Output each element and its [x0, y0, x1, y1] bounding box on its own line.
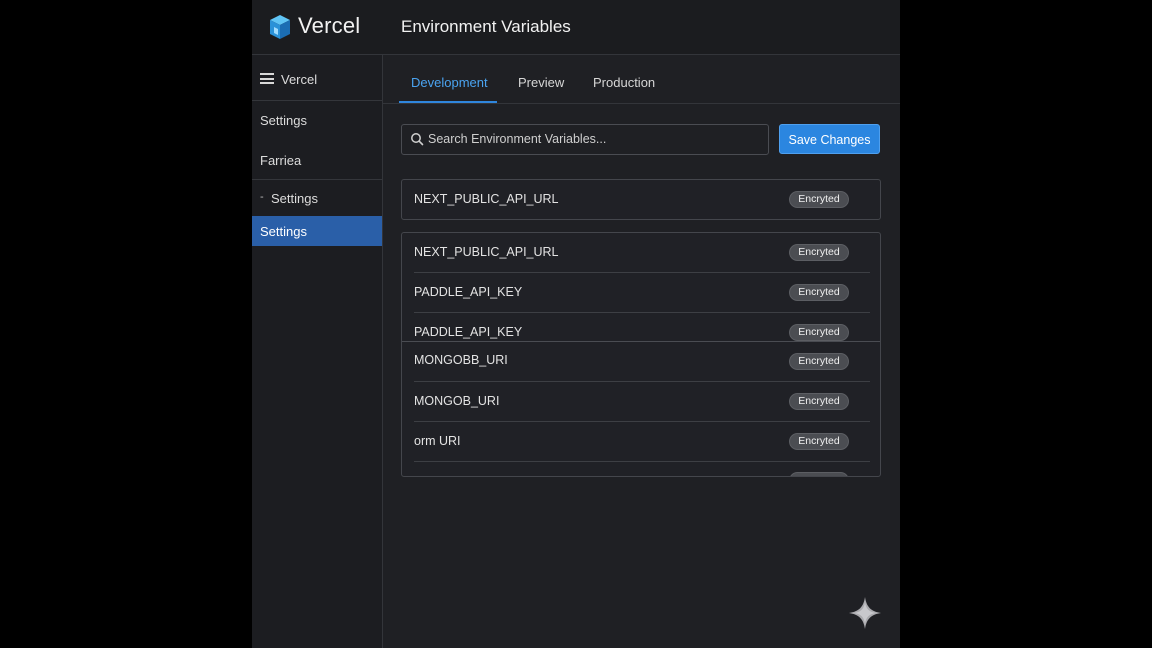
env-var-list-card: NEXT_PUBLIC_API_URL Encryted PADDLE_API_…	[401, 232, 881, 477]
dash-icon: -	[260, 191, 264, 203]
sidebar: Vercel Settings Farriea - Settings Setti…	[252, 55, 383, 648]
env-var-name: MONGOB_URI	[414, 394, 500, 408]
env-tabs: Development Preview Production	[383, 55, 900, 104]
main-panel: Development Preview Production Search En…	[383, 55, 900, 648]
sparkle-icon	[849, 597, 881, 629]
encrypted-badge: Encryted	[789, 393, 849, 410]
sidebar-item-settings-active[interactable]: Settings	[252, 216, 382, 246]
vercel-cube-icon	[270, 15, 290, 39]
tab-preview[interactable]: Preview	[518, 75, 564, 90]
encrypted-badge-partial	[789, 472, 849, 476]
sidebar-item-label: Farriea	[260, 153, 302, 168]
env-var-name: NEXT_PUBLIC_API_URL	[414, 245, 559, 259]
env-var-name: NEXT_PUBLIC_API_URL	[414, 192, 559, 206]
app-window: Vercel Environment Variables Vercel Sett…	[252, 0, 900, 648]
sidebar-item-settings[interactable]: Settings	[252, 107, 382, 135]
encrypted-badge: Encryted	[789, 244, 849, 261]
search-input[interactable]: Search Environment Variables...	[401, 124, 769, 155]
brand-name[interactable]: Vercel	[298, 13, 360, 39]
env-var-row[interactable]: MONGOB_URI Encryted	[402, 382, 880, 422]
sidebar-item-farriea[interactable]: Farriea	[252, 147, 382, 175]
hamburger-icon[interactable]	[260, 73, 274, 84]
sidebar-item-vercel[interactable]: Vercel	[252, 67, 382, 91]
tab-production[interactable]: Production	[593, 75, 655, 90]
env-var-row[interactable]: PADDLE_API_KEY Encryted	[402, 273, 880, 313]
env-var-name: PADDLE_API_KEY	[414, 325, 523, 339]
encrypted-badge: Encryted	[789, 191, 849, 208]
sidebar-divider	[252, 179, 382, 180]
sidebar-item-label: Vercel	[281, 72, 318, 87]
sidebar-item-label: Settings	[260, 113, 307, 128]
env-var-row[interactable]: NEXT_PUBLIC_API_URL Encryted	[402, 180, 880, 220]
encrypted-badge: Encryted	[789, 433, 849, 450]
tab-development[interactable]: Development	[411, 75, 488, 90]
env-var-row[interactable]: orm URI Encryted	[402, 422, 880, 462]
sidebar-item-label: Settings	[260, 224, 307, 239]
env-var-row[interactable]: NEXT_PUBLIC_API_URL Encryted	[402, 233, 880, 273]
sidebar-item-settings-secondary[interactable]: - Settings	[252, 187, 382, 211]
sidebar-divider	[252, 100, 382, 101]
search-placeholder: Search Environment Variables...	[428, 132, 607, 146]
env-var-name: MONGOBB_URI	[414, 353, 508, 367]
env-var-card: NEXT_PUBLIC_API_URL Encryted	[401, 179, 881, 220]
env-var-name: orm URI	[414, 434, 461, 448]
sidebar-item-label: Settings	[271, 191, 318, 206]
page-title: Environment Variables	[401, 17, 571, 36]
encrypted-badge: Encryted	[789, 284, 849, 301]
save-button[interactable]: Save Changes	[779, 124, 880, 154]
active-tab-indicator	[399, 101, 497, 103]
env-var-row[interactable]: MONGOBB_URI Encryted	[402, 342, 880, 382]
encrypted-badge: Encryted	[789, 353, 849, 370]
row-divider	[414, 461, 870, 462]
encrypted-badge: Encryted	[789, 324, 849, 341]
env-var-row[interactable]: PADDLE_API_KEY Encryted	[402, 313, 880, 341]
top-bar: Vercel Environment Variables	[252, 0, 900, 55]
search-icon	[411, 133, 424, 146]
env-var-name: PADDLE_API_KEY	[414, 285, 523, 299]
